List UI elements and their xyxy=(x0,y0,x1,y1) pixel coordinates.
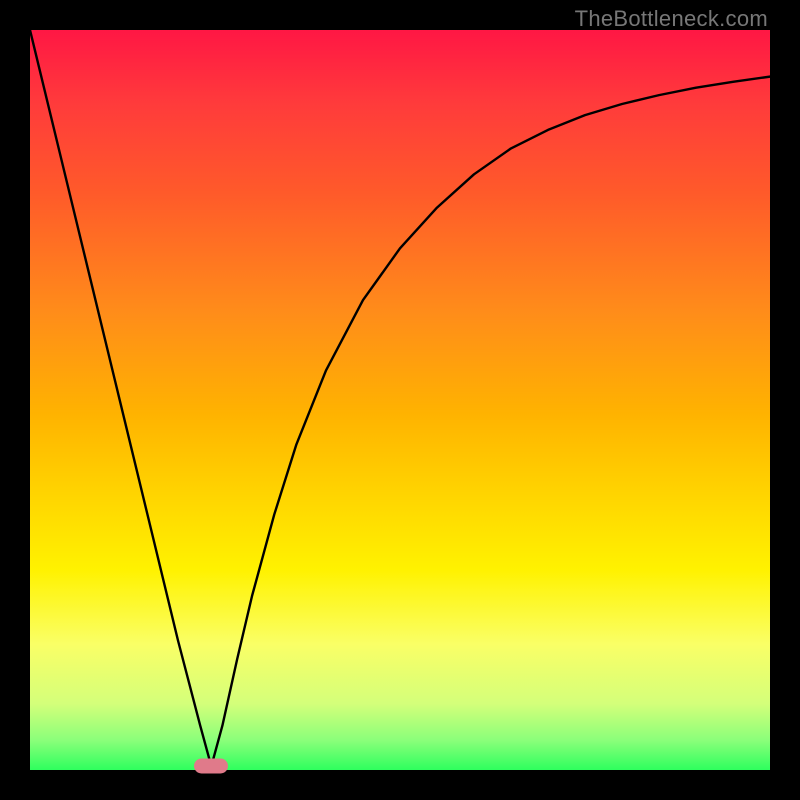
bottleneck-curve xyxy=(30,30,770,766)
chart-frame: TheBottleneck.com xyxy=(0,0,800,800)
watermark-text: TheBottleneck.com xyxy=(575,6,768,32)
curve-svg xyxy=(30,30,770,770)
minimum-marker xyxy=(194,758,228,773)
plot-area xyxy=(30,30,770,770)
